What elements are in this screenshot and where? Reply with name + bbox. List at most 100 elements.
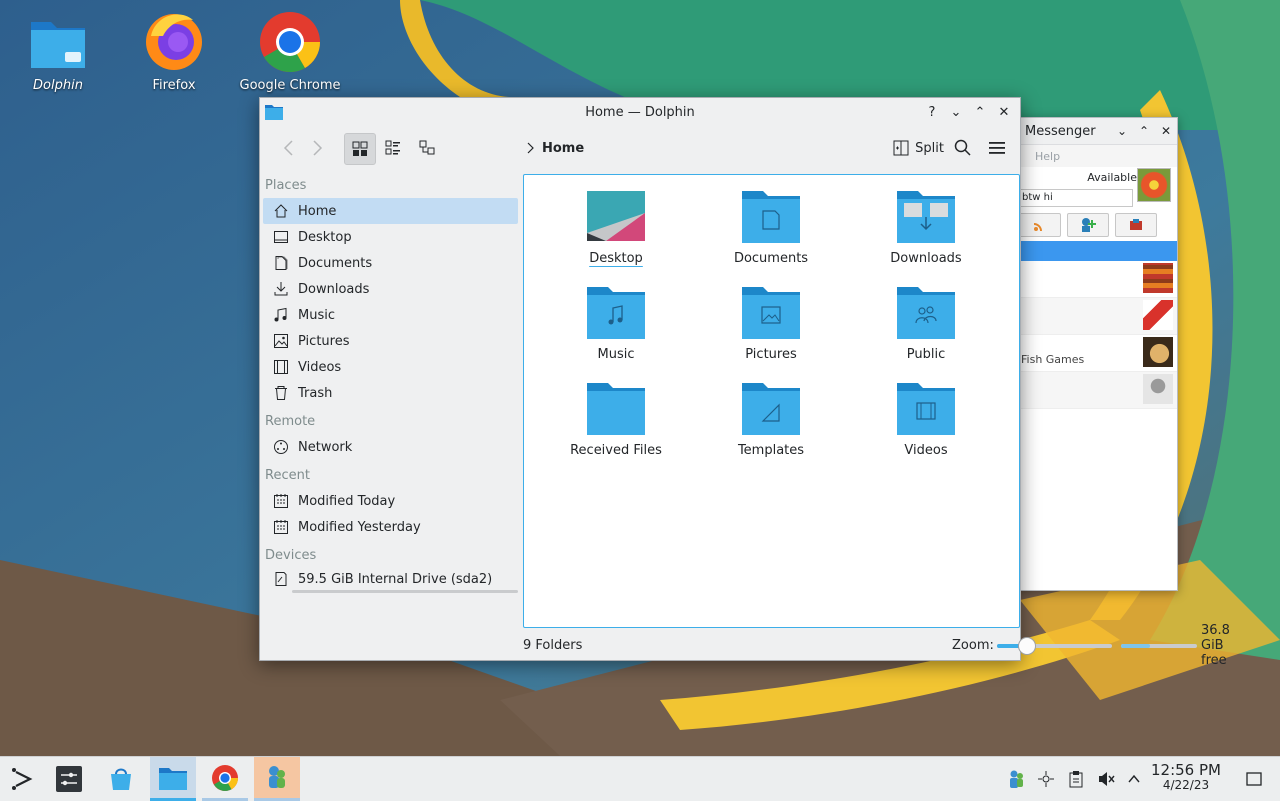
minimize-button[interactable]: ⌄ [1111,124,1133,138]
home-icon [273,203,289,219]
back-arrow-icon [283,140,293,156]
file-view[interactable]: Desktop Documents Downloads Music Pictur… [523,174,1020,628]
avatar[interactable] [1137,168,1171,202]
search-button[interactable] [950,133,976,163]
contact-name: Fish Games [1021,353,1085,366]
back-button[interactable] [274,133,302,163]
selected-contact-group[interactable] [1017,241,1177,261]
system-settings-button[interactable] [46,757,92,801]
places-item-documents[interactable]: Documents [263,250,518,276]
places-item-trash[interactable]: Trash [263,380,518,406]
calendar-icon [273,519,289,535]
messenger-window[interactable]: Messenger ⌄ ⌃ ✕ Help Available btw hi Fi… [1016,117,1178,591]
search-icon [954,139,971,156]
dolphin-titlebar[interactable]: Home — Dolphin ? ⌄ ⌃ ✕ [260,98,1020,126]
desktop-icon-label: Firefox [152,78,196,93]
chrome-task[interactable] [202,757,248,801]
places-item-internal-drive[interactable]: 59.5 GiB Internal Drive (sda2) [263,568,518,590]
dolphin-window[interactable]: Home — Dolphin ? ⌄ ⌃ ✕ Home Split Places… [259,97,1230,668]
show-desktop-button[interactable] [1240,757,1268,801]
list-item[interactable]: Fish Games [1017,335,1177,372]
close-button[interactable]: ✕ [1155,124,1177,138]
volume-tray-button[interactable] [1092,757,1120,801]
desktop-icon-firefox[interactable]: Firefox [116,6,232,93]
folder-item-downloads[interactable]: Downloads [861,189,991,266]
folder-item-templates[interactable]: Templates [706,381,836,458]
add-contact-button[interactable] [1067,213,1109,237]
messenger-titlebar[interactable]: Messenger ⌄ ⌃ ✕ [1017,118,1177,145]
status-label: Available [1087,170,1137,184]
folder-label: Music [597,347,635,362]
hamburger-menu-button[interactable] [984,133,1010,163]
folder-label: Downloads [890,251,962,266]
discover-button[interactable] [98,757,144,801]
clipboard-tray-button[interactable] [1062,757,1090,801]
network-icon [273,439,289,455]
zoom-slider[interactable] [997,637,1112,655]
chrome-icon [260,12,320,73]
minimize-button[interactable]: ⌄ [944,102,968,122]
places-item-videos[interactable]: Videos [263,354,518,380]
window-controls: ? ⌄ ⌃ ✕ [920,102,1016,122]
zoom-slider-handle[interactable] [1017,637,1036,655]
breadcrumb-home[interactable]: Home [542,141,584,156]
places-item-home[interactable]: Home [263,198,518,224]
maximize-button[interactable]: ⌃ [968,102,992,122]
split-button[interactable]: Split [893,133,944,163]
messenger-tray-button[interactable] [1002,757,1030,801]
contact-avatar [1143,263,1173,293]
maximize-button[interactable]: ⌃ [1133,124,1155,138]
dolphin-task[interactable] [150,757,196,801]
documents-folder-icon [742,191,800,243]
folder-item-desktop[interactable]: Desktop [551,189,681,266]
folder-item-documents[interactable]: Documents [706,189,836,266]
messenger-task[interactable] [254,757,300,801]
expand-tray-button[interactable] [1120,757,1148,801]
list-item[interactable] [1017,298,1177,335]
places-section-header: Places [265,178,307,193]
volume-muted-icon [1099,772,1115,786]
places-item-desktop[interactable]: Desktop [263,224,518,250]
close-button[interactable]: ✕ [992,102,1016,122]
list-item[interactable] [1017,261,1177,298]
personal-message-field[interactable]: btw hi [1019,189,1133,207]
details-view-button[interactable] [412,133,442,163]
breadcrumb[interactable]: Home [526,133,584,163]
folder-item-pictures[interactable]: Pictures [706,285,836,362]
places-item-modified-yesterday[interactable]: Modified Yesterday [263,514,518,540]
places-item-label: Downloads [298,281,370,297]
feed-button[interactable] [1019,213,1061,237]
places-item-label: Home [298,203,337,219]
drive-usage-bar [292,590,518,593]
free-space-label: 36.8 GiB free [1201,622,1230,668]
places-item-label: Pictures [298,333,350,349]
desktop-icon-chrome[interactable]: Google Chrome [232,6,348,93]
places-item-pictures[interactable]: Pictures [263,328,518,354]
help-button[interactable]: ? [920,102,944,122]
places-item-network[interactable]: Network [263,434,518,460]
forward-button[interactable] [304,133,332,163]
games-button[interactable] [1115,213,1157,237]
free-space-bar [1121,644,1197,648]
compact-view-button[interactable] [378,133,408,163]
network-tray-button[interactable] [1032,757,1060,801]
places-item-music[interactable]: Music [263,302,518,328]
folder-item-public[interactable]: Public [861,285,991,362]
downloads-icon [273,281,289,297]
places-item-downloads[interactable]: Downloads [263,276,518,302]
digital-clock[interactable]: 12:56 PM 4/22/23 [1148,763,1224,793]
places-item-label: Modified Today [298,493,396,509]
folder-item-music[interactable]: Music [551,285,681,362]
application-launcher-icon [12,768,33,790]
folder-item-videos[interactable]: Videos [861,381,991,458]
places-item-modified-today[interactable]: Modified Today [263,488,518,514]
application-launcher-button[interactable] [0,757,46,801]
icons-view-button[interactable] [344,133,376,165]
menu-help[interactable]: Help [1035,150,1060,163]
list-item[interactable] [1017,372,1177,409]
desktop-icon-dolphin[interactable]: Dolphin [0,6,116,93]
folder-item-received-files[interactable]: Received Files [551,381,681,458]
contact-avatar [1143,300,1173,330]
clock-date: 4/22/23 [1162,778,1210,792]
messenger-icon [269,765,285,788]
